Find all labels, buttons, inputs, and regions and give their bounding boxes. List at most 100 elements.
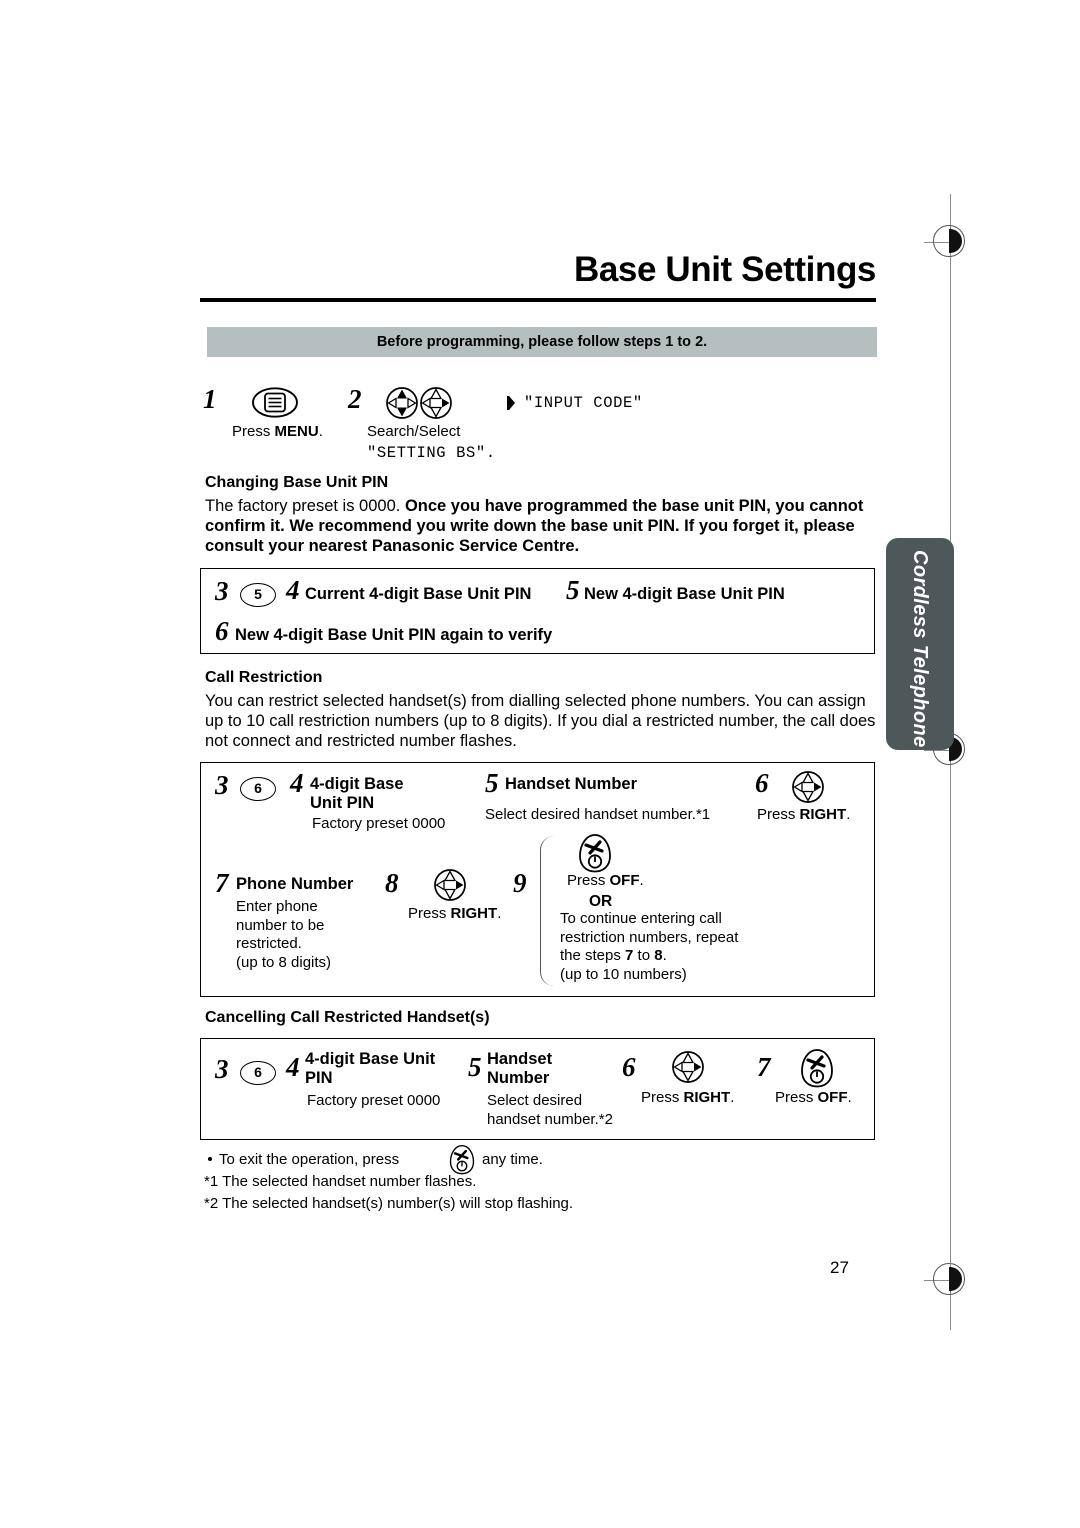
section-heading-cancelling: Cancelling Call Restricted Handset(s): [205, 1009, 490, 1026]
paragraph-plain: The factory preset is 0000.: [205, 497, 405, 515]
section-tab-label: Cordless Telephone: [909, 550, 932, 748]
registration-mark-bottom-right: [924, 1232, 974, 1330]
cancel-step-6-caption-bold: RIGHT: [683, 1089, 731, 1106]
cr-step-9-caption-pre: Press: [567, 872, 610, 889]
cancel-step-7-caption: Press OFF.: [775, 1089, 852, 1107]
step-number: 4: [286, 575, 300, 605]
cancel-step-6-caption-post: .: [730, 1089, 735, 1106]
off-button-icon-svg: [449, 1145, 475, 1175]
navigator-right-icon: [432, 868, 468, 902]
menu-button-icon-svg: [252, 387, 298, 418]
section-tab-cordless-telephone: Cordless Telephone: [886, 538, 954, 750]
step-number: 7: [215, 868, 229, 898]
cancel-step-5-label: Handset Number: [487, 1050, 553, 1087]
cancel-step-6-caption-pre: Press: [641, 1089, 684, 1106]
cancel-step-7-caption-post: .: [847, 1089, 852, 1106]
navigator-right-icon-svg: [672, 1051, 704, 1083]
step-number: 1: [203, 384, 217, 414]
alt-l3-mid: to: [633, 947, 655, 965]
step-number: 6: [215, 616, 229, 646]
cancel-step-4-label: 4-digit Base Unit PIN: [305, 1050, 436, 1087]
menu-button-icon: [252, 387, 298, 418]
cr-step-6-caption-pre: Press: [757, 806, 800, 823]
instruction-banner-text: Before programming, please follow steps …: [376, 334, 708, 350]
pin-step-5: 5: [566, 577, 580, 604]
off-button-icon-svg: [801, 1049, 833, 1088]
intro-step-1-caption-pre: Press: [232, 423, 275, 440]
navigator-right-icon: [790, 770, 826, 804]
cancel-step-5-sub-l1: Select desired: [487, 1092, 583, 1109]
cr-step-6: 6: [755, 770, 769, 797]
bullet-icon: [208, 1156, 212, 1161]
cancel-step-4-sub: Factory preset 0000: [307, 1092, 441, 1109]
note-exit-pre: To exit the operation, press: [219, 1151, 400, 1168]
intro-step-2-caption: Search/Select: [367, 423, 460, 441]
step-number: 3: [215, 770, 229, 800]
cr-step-9-alt-l4: (up to 10 numbers): [560, 965, 687, 983]
intro-step-2-display: "SETTING BS".: [367, 444, 496, 462]
cr-step-9: 9: [513, 870, 527, 897]
note-1: *1 The selected handset number flashes.: [204, 1173, 477, 1190]
instruction-banner: Before programming, please follow steps …: [207, 327, 877, 357]
step-number: 8: [385, 868, 399, 898]
cr-step-9-caption-post: .: [639, 872, 644, 889]
cr-step-7-sub: Enter phone number to be restricted. (up…: [236, 898, 331, 972]
intro-display-text: "INPUT CODE": [524, 394, 643, 412]
cr-step-4-label-text: 4-digit Base Unit PIN: [310, 775, 404, 812]
cr-step-7-sub-l1: Enter phone: [236, 898, 318, 915]
cr-step-9-alt-l3: the steps 7 to 8.: [560, 947, 738, 966]
intro-step-1-caption-post: .: [318, 423, 323, 440]
cr-step-7-sub-l4: (up to 8 digits): [236, 953, 332, 971]
cr-step-6-caption: Press RIGHT.: [757, 806, 850, 824]
pin-step-4: 4: [286, 577, 300, 604]
alt-l3-b: 8: [654, 947, 663, 965]
step-9-brace: [540, 836, 554, 986]
cr-step-9-or-text: OR: [589, 893, 613, 910]
step-number: 5: [468, 1052, 482, 1082]
note-exit-operation: To exit the operation, press: [208, 1151, 399, 1169]
cancel-step-6-caption: Press RIGHT.: [641, 1089, 734, 1107]
navigator-search-icon: [384, 386, 420, 420]
off-button-icon: [578, 833, 612, 873]
cr-step-4-sub: Factory preset 0000: [312, 815, 446, 832]
cr-step-7-sub-l3: restricted.: [236, 935, 302, 953]
pin-step-3: 3: [215, 578, 229, 605]
step-number: 5: [566, 575, 580, 605]
diamond-marker-icon-svg: [507, 396, 515, 410]
step-number: 6: [622, 1052, 636, 1082]
cr-step-6-caption-bold: RIGHT: [799, 806, 847, 823]
step-number: 9: [513, 868, 527, 898]
cancel-step-5: 5: [468, 1054, 482, 1081]
step-number: 4: [286, 1052, 300, 1082]
cancel-step-5-sub-l2: handset number.*2: [487, 1110, 613, 1128]
pin-step-6-label: New 4-digit Base Unit PIN again to verif…: [235, 626, 553, 644]
cancel-step-4: 4: [286, 1054, 300, 1081]
navigator-right-icon-svg: [792, 771, 824, 803]
keypad-6-icon: 6: [240, 1061, 276, 1085]
section-paragraph-call-restriction: You can restrict selected handset(s) fro…: [205, 692, 876, 751]
diamond-marker-icon: [503, 395, 517, 416]
cr-step-9-alt: To continue entering call restriction nu…: [560, 910, 738, 984]
intro-step-2-display-text: "SETTING BS".: [367, 444, 496, 462]
cancel-step-7: 7: [757, 1054, 771, 1081]
keypad-6-icon: 6: [240, 777, 276, 801]
keypad-6-icon-oval: 6: [240, 1061, 276, 1085]
cr-step-8-caption-bold: RIGHT: [450, 905, 498, 922]
step-number: 7: [757, 1052, 771, 1082]
step-number: 3: [215, 576, 229, 606]
cr-step-5: 5: [485, 770, 499, 797]
cr-step-7: 7: [215, 870, 229, 897]
cr-step-8-caption-pre: Press: [408, 905, 451, 922]
cancel-step-5-sub: Select desired handset number.*2: [487, 1092, 613, 1129]
step-number: 6: [755, 768, 769, 798]
section-heading-call-restriction: Call Restriction: [205, 669, 323, 686]
pin-step-5-label: New 4-digit Base Unit PIN: [584, 585, 785, 603]
cr-step-9-or: OR: [589, 893, 612, 911]
note-exit-post: any time.: [482, 1151, 543, 1168]
cr-step-7-label: Phone Number: [236, 875, 354, 893]
registration-mark-top-right: [924, 194, 974, 292]
cr-step-8: 8: [385, 870, 399, 897]
intro-step-1-caption-bold: MENU: [274, 423, 319, 440]
cr-step-3: 3: [215, 772, 229, 799]
cr-step-4: 4: [290, 770, 304, 797]
